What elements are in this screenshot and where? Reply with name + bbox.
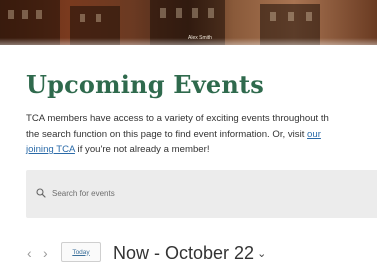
intro-paragraph: TCA members have access to a variety of … — [26, 111, 377, 158]
intro-line-2: the search function on this page to find… — [26, 127, 377, 143]
joining-tca-link[interactable]: joining TCA — [26, 144, 75, 155]
intro-line-2-text: the search function on this page to find… — [26, 128, 308, 140]
search-icon — [36, 188, 46, 198]
intro-line-1: TCA members have access to a variety of … — [26, 113, 329, 124]
intro-line-3-text: if you're not already a member! — [74, 144, 210, 155]
hero-banner-image: Alex Smith — [0, 0, 377, 45]
chevron-left-icon[interactable]: ‹ — [27, 246, 32, 260]
our-link[interactable]: our — [307, 129, 321, 140]
search-input[interactable] — [52, 186, 352, 201]
date-range-dropdown[interactable]: Now - October 22 ⌄ — [113, 242, 266, 267]
date-range-label: Now - October 22 — [113, 243, 255, 263]
chevron-right-icon[interactable]: › — [43, 246, 48, 260]
today-button[interactable]: Today — [61, 242, 101, 262]
chevron-down-icon: ⌄ — [257, 248, 267, 260]
page-title: Upcoming Events — [26, 70, 264, 99]
intro-line-3: joining TCA if you're not already a memb… — [26, 142, 377, 158]
search-box — [26, 170, 377, 218]
